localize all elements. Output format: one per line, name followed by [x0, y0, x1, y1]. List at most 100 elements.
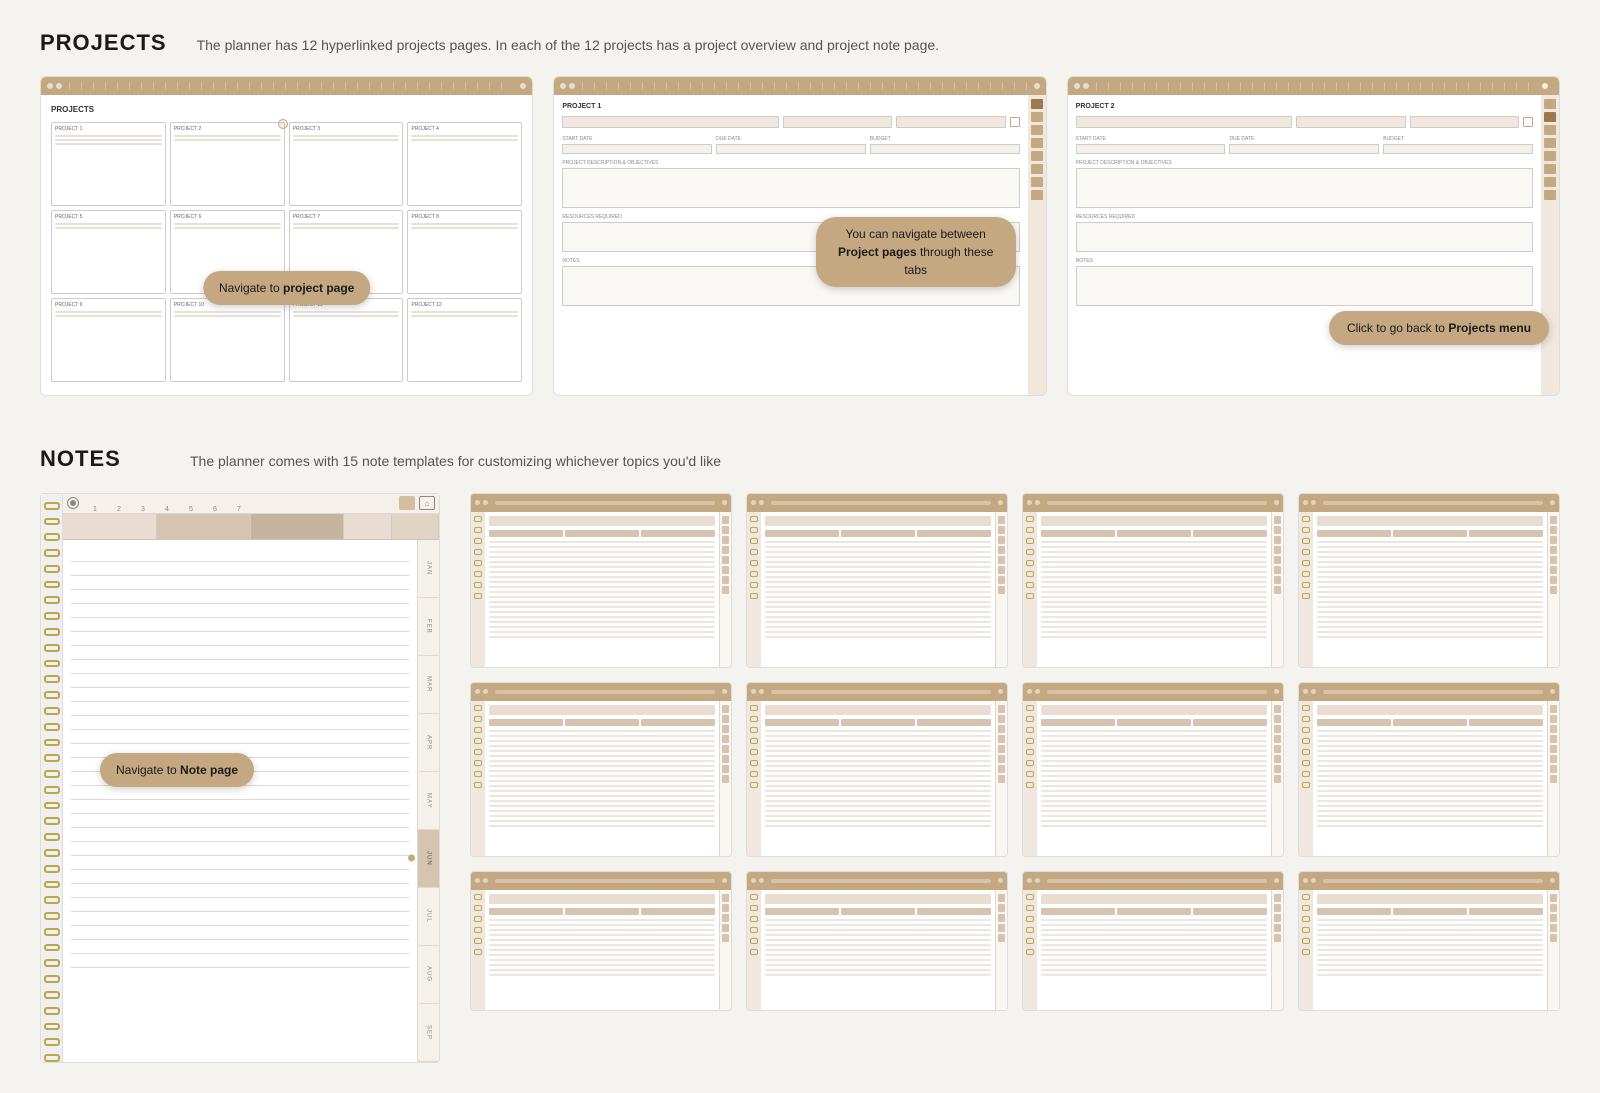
- line: [489, 780, 715, 782]
- ring: [750, 760, 758, 766]
- projects-grid-label: PROJECTS: [51, 105, 522, 114]
- proj2-tab-3[interactable]: [1544, 125, 1556, 135]
- nav-tab-2[interactable]: [157, 514, 251, 539]
- top-bar-line: [1323, 879, 1543, 883]
- line: [765, 785, 991, 787]
- right-tab: [1274, 904, 1281, 912]
- month-tab-feb[interactable]: FEB: [418, 598, 439, 656]
- note-body: [1037, 512, 1271, 667]
- line: [1041, 974, 1267, 976]
- note-template-6[interactable]: [746, 682, 1008, 857]
- ring: [474, 749, 482, 755]
- note-template-11[interactable]: [1022, 871, 1284, 1011]
- proj-tab-4[interactable]: [1031, 138, 1043, 148]
- note-template-5[interactable]: [470, 682, 732, 857]
- proj2-tab-8[interactable]: [1544, 190, 1556, 200]
- line: [489, 621, 715, 623]
- note-template-1[interactable]: [470, 493, 732, 668]
- back-circle[interactable]: [1541, 82, 1549, 90]
- line: [1041, 775, 1267, 777]
- note-header: [489, 705, 715, 715]
- proj-cell-2[interactable]: PROJECT 2: [170, 122, 285, 206]
- ruler-num-6: 6: [203, 502, 227, 513]
- home-nav-icon[interactable]: ⌂: [419, 496, 435, 510]
- proj-tab-1[interactable]: [1031, 99, 1043, 109]
- top-bar-line: [1323, 690, 1543, 694]
- month-tab-apr[interactable]: APR: [418, 714, 439, 772]
- nav-tab-1[interactable]: [63, 514, 157, 539]
- month-tab-mar[interactable]: MAR: [418, 656, 439, 714]
- month-tab-jan[interactable]: JAN: [418, 540, 439, 598]
- note-template-4[interactable]: [1298, 493, 1560, 668]
- line: [765, 571, 991, 573]
- top-bar-dot: [1083, 83, 1089, 89]
- proj-tab-7[interactable]: [1031, 177, 1043, 187]
- line: [1317, 810, 1543, 812]
- proj-tab-6[interactable]: [1031, 164, 1043, 174]
- spiral-ring: [44, 1023, 60, 1031]
- line: [765, 775, 991, 777]
- nav-tab-3[interactable]: [251, 514, 345, 539]
- proj-cell-label: PROJECT 12: [411, 302, 518, 308]
- proj-cell-10[interactable]: PROJECT 10: [170, 298, 285, 382]
- proj-cell-12[interactable]: PROJECT 12: [407, 298, 522, 382]
- home-icon[interactable]: [67, 497, 79, 509]
- note-tabs: [1041, 908, 1267, 915]
- line: [489, 755, 715, 757]
- note-template-8[interactable]: [1298, 682, 1560, 857]
- top-bar-line: [1047, 879, 1267, 883]
- proj-cell-1[interactable]: PROJECT 1: [51, 122, 166, 206]
- proj2-tab-5[interactable]: [1544, 151, 1556, 161]
- top-bar-dot: [47, 83, 53, 89]
- proj-circle-indicator: [278, 119, 288, 129]
- note-template-12[interactable]: [1298, 871, 1560, 1011]
- top-bar-dot: [1034, 83, 1040, 89]
- month-tab-jul[interactable]: JUL: [418, 888, 439, 946]
- proj-cell-8[interactable]: PROJECT 8: [407, 210, 522, 294]
- right-tab: [1550, 586, 1557, 594]
- proj-cell-9[interactable]: PROJECT 9: [51, 298, 166, 382]
- proj2-tab-7[interactable]: [1544, 177, 1556, 187]
- proj2-tab-6[interactable]: [1544, 164, 1556, 174]
- calendar-icon[interactable]: [399, 496, 415, 510]
- proj-tab-5[interactable]: [1031, 151, 1043, 161]
- top-dot: [751, 500, 756, 505]
- note-template-2[interactable]: [746, 493, 1008, 668]
- proj-cell-label: PROJECT 6: [174, 214, 281, 220]
- month-tab-may[interactable]: MAY: [418, 772, 439, 830]
- proj2-tab-2[interactable]: [1544, 112, 1556, 122]
- proj-tab-2[interactable]: [1031, 112, 1043, 122]
- note-line: [71, 898, 409, 912]
- proj2-tab-1[interactable]: [1544, 99, 1556, 109]
- note-template-10[interactable]: [746, 871, 1008, 1011]
- proj-tab-8[interactable]: [1031, 190, 1043, 200]
- proj-cell-3[interactable]: PROJECT 3: [289, 122, 404, 206]
- note-template-3[interactable]: [1022, 493, 1284, 668]
- month-tab-sep[interactable]: SEP: [418, 1004, 439, 1062]
- proj-cell-4[interactable]: PROJECT 4: [407, 122, 522, 206]
- line: [765, 934, 991, 936]
- proj-tab-3[interactable]: [1031, 125, 1043, 135]
- line: [1317, 631, 1543, 633]
- proj-cell-5[interactable]: PROJECT 5: [51, 210, 166, 294]
- ring: [1302, 538, 1310, 544]
- right-tab: [1274, 934, 1281, 942]
- proj2-tab-4[interactable]: [1544, 138, 1556, 148]
- right-tab: [1550, 536, 1557, 544]
- note-template-9[interactable]: [470, 871, 732, 1011]
- nav-tab-4[interactable]: [344, 514, 391, 539]
- proj-cell-11[interactable]: PROJECT 11: [289, 298, 404, 382]
- notes-nav-tabs: [63, 514, 439, 540]
- ring: [1302, 760, 1310, 766]
- month-tab-aug[interactable]: AUG: [418, 946, 439, 1004]
- ring: [474, 738, 482, 744]
- nav-tab-5[interactable]: [392, 514, 439, 539]
- ring: [1026, 516, 1034, 522]
- month-tab-jun[interactable]: JUN: [418, 830, 439, 888]
- note-tabs: [1317, 530, 1543, 537]
- right-tab: [1274, 536, 1281, 544]
- note-card-inner: [1023, 512, 1283, 667]
- note-template-7[interactable]: [1022, 682, 1284, 857]
- top-bar-1: [41, 77, 532, 95]
- right-tab: [1274, 765, 1281, 773]
